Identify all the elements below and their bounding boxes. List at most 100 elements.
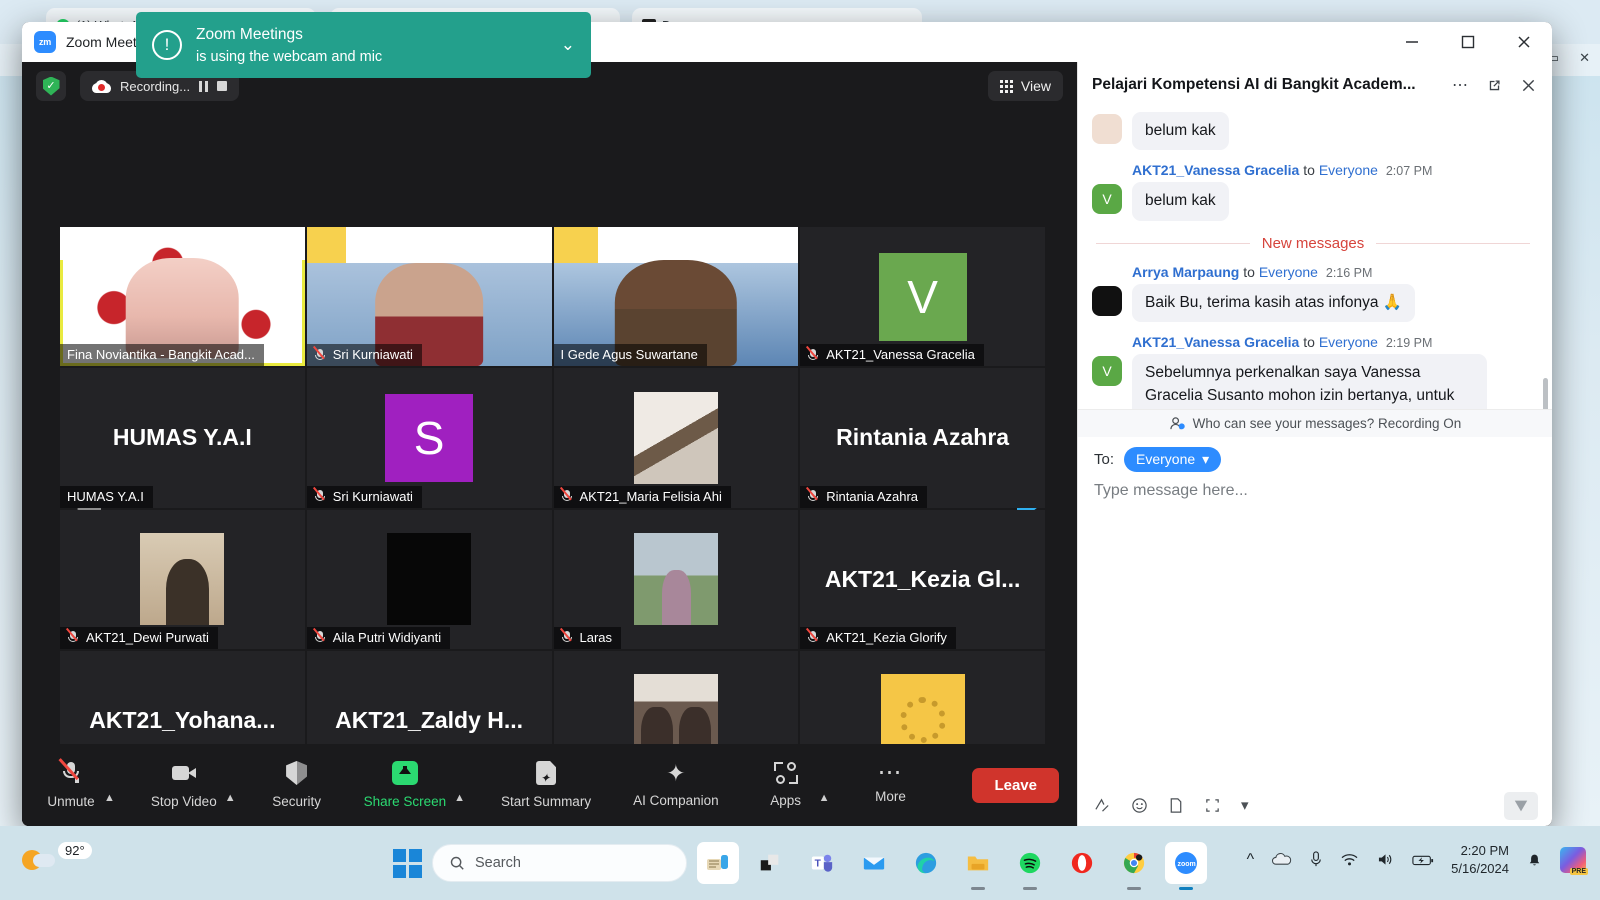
- apps-options-caret[interactable]: ▲: [819, 766, 830, 826]
- message-input[interactable]: Type message here...: [1078, 476, 1552, 785]
- taskbar-app-opera[interactable]: [1061, 842, 1103, 884]
- avatar: [1092, 114, 1122, 144]
- webcam-mic-notification[interactable]: ! Zoom Meetings is using the webcam and …: [136, 12, 591, 78]
- view-button[interactable]: View: [987, 71, 1063, 101]
- security-button[interactable]: Security: [266, 755, 328, 815]
- onedrive-icon[interactable]: [1271, 852, 1292, 867]
- chat-to-word: to: [1243, 263, 1255, 280]
- taskbar-app-zoom[interactable]: zoom: [1165, 842, 1207, 890]
- pause-recording-icon[interactable]: [199, 80, 209, 92]
- clock-date: 5/16/2024: [1451, 860, 1509, 876]
- participant-display-name: Rintania Azahra: [836, 424, 1010, 451]
- participant-tile[interactable]: Sri Kurniawati: [306, 227, 552, 367]
- start-summary-label: Start Summary: [501, 794, 592, 809]
- participant-display-name: HUMAS Y.A.I: [112, 424, 252, 451]
- participant-tile[interactable]: Rintania Azahra Rintania Azahra: [800, 368, 1045, 508]
- audio-options-caret[interactable]: ▲: [104, 766, 115, 826]
- unmute-button[interactable]: Unmute: [40, 755, 102, 815]
- recipient-selector[interactable]: Everyone ▾: [1124, 446, 1222, 472]
- chat-message-list[interactable]: belum kak AKT21_Vanessa Gracelia to Ever…: [1078, 108, 1552, 409]
- mic-muted-icon: [559, 486, 573, 503]
- taskbar-app-windows[interactable]: [749, 842, 791, 884]
- copilot-icon[interactable]: PRE: [1560, 846, 1588, 875]
- chevron-down-icon[interactable]: ▾: [1241, 796, 1249, 814]
- file-icon[interactable]: [1168, 797, 1184, 814]
- participant-tile[interactable]: S Sri Kurniawati: [306, 368, 552, 508]
- close-icon[interactable]: ✕: [1579, 50, 1590, 66]
- taskbar-app-teams[interactable]: T: [801, 842, 843, 884]
- wifi-icon[interactable]: [1340, 852, 1359, 867]
- meeting-toolbar: Unmute ▲ Stop Video ▲ Security Share Scr…: [22, 744, 1077, 826]
- volume-icon[interactable]: [1376, 852, 1395, 867]
- video-options-caret[interactable]: ▲: [225, 766, 236, 826]
- chat-message: V belum kak: [1092, 182, 1534, 221]
- participant-tile[interactable]: AKT21_Dewi Purwati: [60, 509, 305, 649]
- participant-tile[interactable]: I Gede Agus Suwartane: [553, 227, 799, 367]
- minimize-icon[interactable]: [1384, 22, 1440, 62]
- running-indicator: [1023, 887, 1037, 890]
- participant-tile[interactable]: AKT21_Kezia Gl... AKT21_Kezia Glorify: [800, 509, 1045, 649]
- emoji-icon[interactable]: [1131, 797, 1148, 814]
- participant-tile[interactable]: V AKT21_Vanessa Gracelia: [800, 227, 1045, 367]
- new-messages-label: New messages: [1261, 234, 1365, 252]
- share-screen-icon: [391, 761, 418, 785]
- ai-companion-button[interactable]: ✦ AI Companion: [627, 755, 725, 815]
- format-text-icon[interactable]: [1094, 797, 1111, 814]
- taskbar-app-mail[interactable]: [853, 842, 895, 884]
- participant-name-label: AKT21_Kezia Glorify: [800, 626, 956, 649]
- chat-sender: Arrya Marpaung: [1132, 263, 1240, 280]
- taskbar-app-chrome[interactable]: [1113, 842, 1155, 890]
- popout-icon[interactable]: [1482, 73, 1506, 97]
- taskbar-app-notes[interactable]: [697, 842, 739, 884]
- recording-label: Recording...: [120, 78, 191, 94]
- participant-tile[interactable]: Laras: [553, 509, 799, 649]
- battery-icon[interactable]: [1412, 853, 1434, 867]
- search-input[interactable]: Search: [432, 844, 687, 882]
- taskbar-app-edge[interactable]: [905, 842, 947, 884]
- start-button[interactable]: [393, 848, 422, 878]
- mic-muted-icon: [312, 345, 326, 362]
- taskbar-clock[interactable]: 2:20 PM 5/16/2024: [1451, 842, 1509, 877]
- participant-tile[interactable]: Aila Putri Widiyanti: [306, 509, 552, 649]
- chevron-down-icon[interactable]: ⌄: [551, 35, 575, 55]
- taskbar-app-file-explorer[interactable]: [957, 842, 999, 890]
- send-button[interactable]: [1504, 792, 1538, 820]
- participant-tile[interactable]: Fina Noviantika - Bangkit Acad...: [60, 227, 305, 367]
- view-button-label: View: [1020, 78, 1051, 94]
- mic-icon[interactable]: [1309, 851, 1323, 868]
- people-privacy-icon: [1169, 416, 1186, 431]
- show-hidden-icons[interactable]: ^: [1247, 851, 1255, 869]
- participant-display-name: AKT21_Kezia Gl...: [824, 565, 1021, 592]
- chat-message-meta: AKT21_Vanessa Gracelia to Everyone 2:19 …: [1132, 334, 1534, 350]
- participant-name-label: Aila Putri Widiyanti: [306, 626, 451, 649]
- chat-message-text: belum kak: [1132, 112, 1229, 151]
- more-button[interactable]: ⋯ More: [860, 755, 922, 815]
- share-options-caret[interactable]: ▲: [454, 766, 465, 826]
- participant-tile[interactable]: HUMAS Y.A.I HUMAS Y.A.I: [60, 368, 305, 508]
- stop-video-button[interactable]: Stop Video: [145, 755, 223, 815]
- screenshot-icon[interactable]: [1204, 797, 1221, 814]
- privacy-note-label: Who can see your messages? Recording On: [1192, 415, 1462, 431]
- recipient-value: Everyone: [1136, 451, 1196, 467]
- avatar-initial: V: [1102, 363, 1112, 380]
- close-icon[interactable]: [1516, 73, 1540, 97]
- chat-scrollbar[interactable]: [1543, 378, 1548, 409]
- participant-name: AKT21_Maria Felisia Ahi: [579, 488, 722, 504]
- stop-recording-icon[interactable]: [217, 81, 228, 91]
- bell-icon[interactable]: [1526, 851, 1543, 868]
- cloud-recording-icon: [92, 79, 111, 93]
- weather-widget[interactable]: 92°: [22, 840, 92, 870]
- start-summary-button[interactable]: ✦ Start Summary: [495, 755, 597, 815]
- share-screen-button[interactable]: Share Screen: [358, 755, 453, 815]
- participant-display-name: AKT21_Zaldy H...: [335, 706, 524, 733]
- maximize-icon[interactable]: [1440, 22, 1496, 62]
- chat-message: belum kak: [1092, 112, 1534, 151]
- apps-button[interactable]: Apps: [755, 755, 817, 815]
- leave-button[interactable]: Leave: [972, 767, 1059, 803]
- close-icon[interactable]: [1496, 22, 1552, 62]
- more-options-icon[interactable]: ⋯: [1448, 73, 1472, 97]
- encryption-shield-icon[interactable]: ✓: [36, 71, 66, 101]
- privacy-note[interactable]: Who can see your messages? Recording On: [1078, 408, 1552, 437]
- participant-tile[interactable]: AKT21_Maria Felisia Ahi: [553, 368, 799, 508]
- taskbar-app-spotify[interactable]: [1009, 842, 1051, 890]
